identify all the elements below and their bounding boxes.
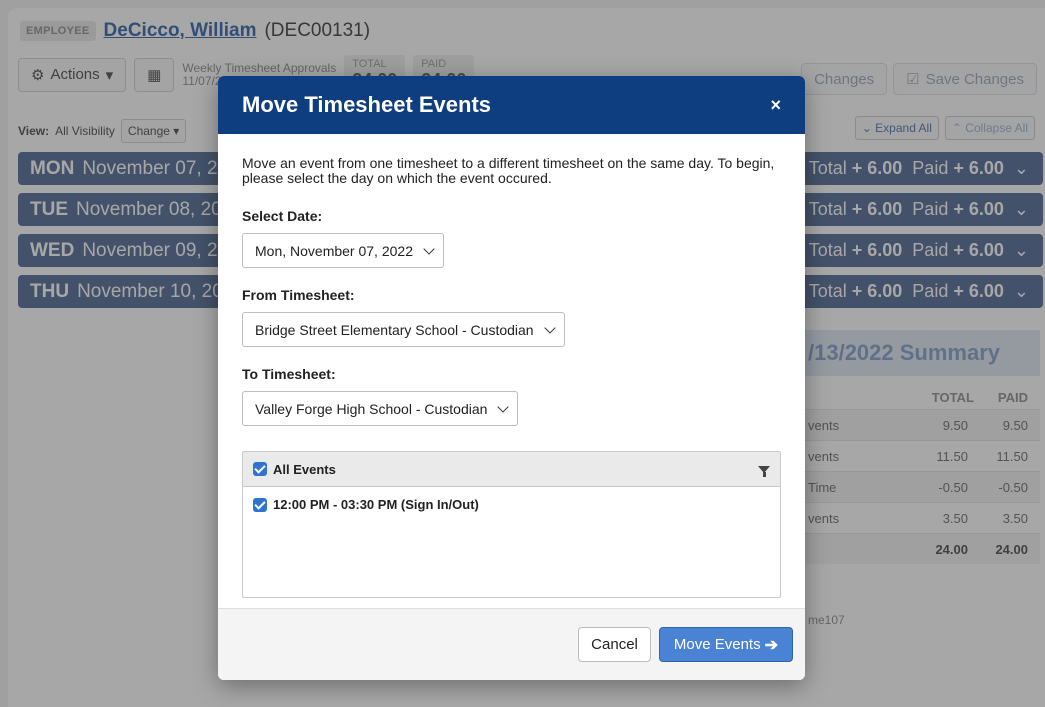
event-checkbox[interactable]	[253, 497, 267, 512]
move-events-button[interactable]: Move Events ➔	[658, 627, 793, 662]
modal-footer: Cancel Move Events ➔	[218, 608, 805, 680]
chevron-down-icon	[423, 242, 435, 255]
from-timesheet-dropdown[interactable]: Bridge Street Elementary School - Custod…	[242, 312, 565, 347]
select-date-label: Select Date:	[242, 208, 323, 224]
chevron-down-icon	[497, 400, 510, 413]
to-timesheet-label: To Timesheet:	[242, 366, 336, 382]
to-timesheet-dropdown[interactable]: Valley Forge High School - Custodian	[242, 391, 519, 426]
cancel-button[interactable]: Cancel	[578, 627, 651, 662]
event-label: 12:00 PM - 03:30 PM (Sign In/Out)	[273, 497, 479, 512]
modal-header: Move Timesheet Events ×	[218, 76, 805, 134]
modal-body: Move an event from one timesheet to a di…	[218, 134, 805, 598]
modal-intro: Move an event from one timesheet to a di…	[242, 155, 775, 186]
modal-title: Move Timesheet Events	[242, 92, 492, 117]
to-timesheet-value: Valley Forge High School - Custodian	[255, 400, 488, 417]
select-date-value: Mon, November 07, 2022	[255, 242, 413, 259]
filter-icon[interactable]	[758, 465, 770, 477]
all-events-checkbox[interactable]	[253, 462, 267, 476]
from-timesheet-label: From Timesheet:	[242, 287, 355, 303]
arrow-right-icon: ➔	[764, 636, 778, 654]
events-list-header: All Events	[243, 452, 780, 487]
events-list: All Events 12:00 PM - 03:30 PM (Sign In/…	[242, 451, 781, 598]
select-date-dropdown[interactable]: Mon, November 07, 2022	[242, 233, 444, 268]
close-icon[interactable]: ×	[770, 95, 781, 116]
event-item: 12:00 PM - 03:30 PM (Sign In/Out)	[243, 487, 780, 522]
move-events-label: Move Events	[673, 636, 761, 653]
all-events-label: All Events	[273, 461, 336, 477]
move-events-modal: Move Timesheet Events × Move an event fr…	[218, 76, 805, 680]
chevron-down-icon	[543, 321, 556, 334]
from-timesheet-value: Bridge Street Elementary School - Custod…	[255, 321, 534, 338]
